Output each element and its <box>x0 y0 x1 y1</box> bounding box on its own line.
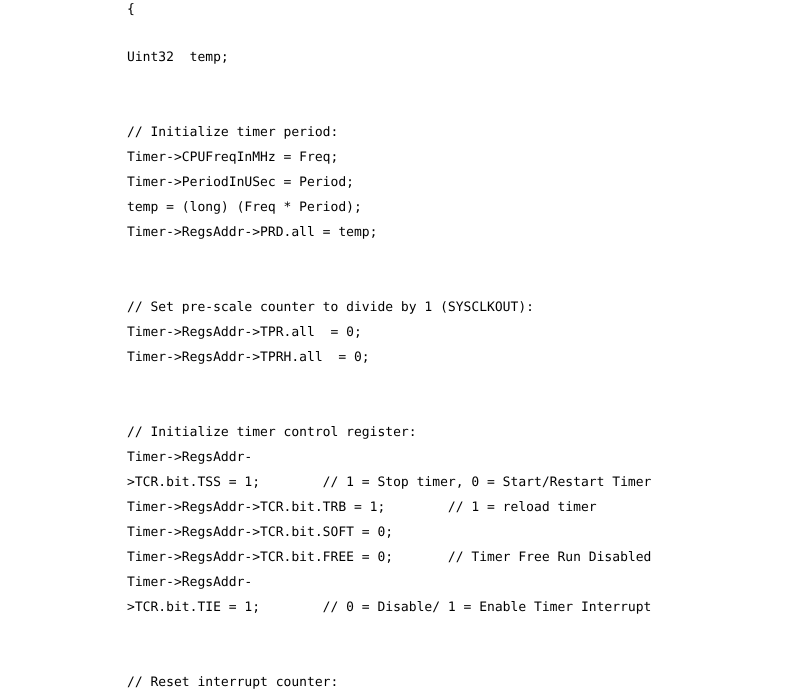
code-listing: { Uint32 temp; // Initialize timer period:… <box>0 0 811 690</box>
code-line: Timer->RegsAddr->TCR.bit.TRB = 1; // 1 =… <box>127 500 597 515</box>
code-line: Timer->CPUFreqInMHz = Freq; <box>127 150 339 165</box>
code-line: // Set pre-scale counter to divide by 1 … <box>127 300 534 315</box>
code-line: Timer->RegsAddr->PRD.all = temp; <box>127 225 378 240</box>
code-line: Timer->RegsAddr->TCR.bit.FREE = 0; // Ti… <box>127 550 652 565</box>
code-line: Timer->RegsAddr->TCR.bit.SOFT = 0; <box>127 525 394 540</box>
code-line: // Initialize timer control register: <box>127 425 417 440</box>
code-line: Timer->RegsAddr->TPR.all = 0; <box>127 325 362 340</box>
code-line: temp = (long) (Freq * Period); <box>127 200 362 215</box>
code-line: Timer->PeriodInUSec = Period; <box>127 175 354 190</box>
code-line: Timer->RegsAddr- <box>127 450 253 465</box>
code-line: >TCR.bit.TSS = 1; // 1 = Stop timer, 0 =… <box>127 475 652 490</box>
code-line: Timer->RegsAddr->TPRH.all = 0; <box>127 350 370 365</box>
code-line: { <box>127 2 135 17</box>
code-line: >TCR.bit.TIE = 1; // 0 = Disable/ 1 = En… <box>127 600 652 615</box>
code-line: // Initialize timer period: <box>127 125 339 140</box>
code-line: // Reset interrupt counter: <box>127 675 339 690</box>
code-line: Timer->RegsAddr- <box>127 575 253 590</box>
code-line: Uint32 temp; <box>127 50 229 65</box>
